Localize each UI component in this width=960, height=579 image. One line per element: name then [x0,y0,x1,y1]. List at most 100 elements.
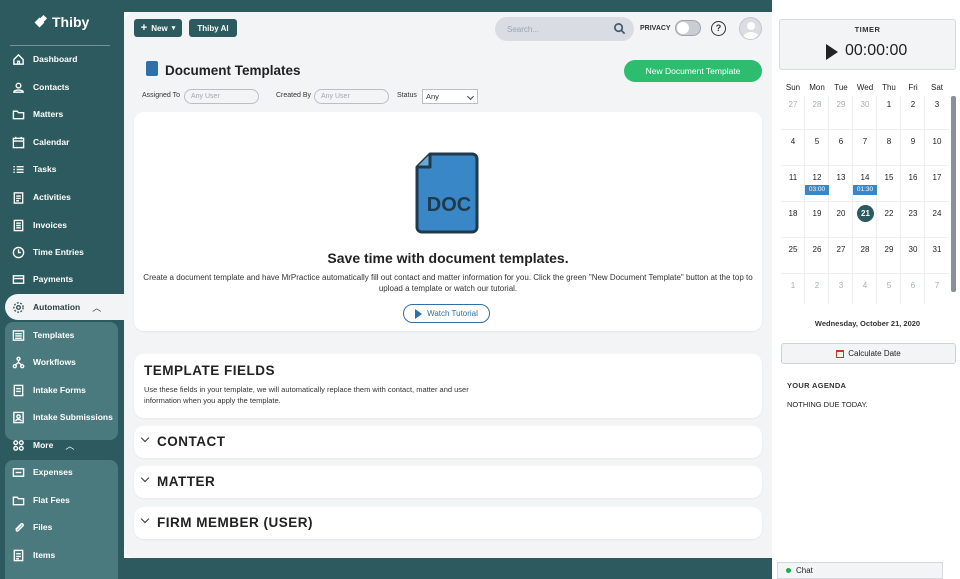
privacy-toggle[interactable] [675,20,701,36]
sidebar-item-items[interactable]: Items [12,545,55,565]
chat-button[interactable]: Chat [777,562,943,579]
weekday-header: Sat [930,83,943,92]
calendar-day[interactable]: 9 [901,137,925,146]
calendar-day[interactable]: 6 [829,137,853,146]
calendar-day[interactable]: 2 [901,100,925,109]
brand-logo[interactable]: Thiby [36,14,89,30]
sidebar-item-automation[interactable]: Automation ︿ [5,294,126,320]
list-icon [13,165,24,173]
calendar-day[interactable]: 13 [829,173,853,182]
calendar-day[interactable]: 28 [805,100,829,109]
calendar-day-today[interactable]: 21 [857,205,874,222]
weekday-header: Thu [882,83,896,92]
workflow-icon [12,356,25,368]
clock-icon [12,246,25,258]
calendar-day[interactable]: 17 [925,173,949,182]
calendar-day[interactable]: 3 [829,281,853,290]
calendar-day[interactable]: 8 [877,137,901,146]
sidebar-item-contacts[interactable]: Contacts [12,77,69,97]
sidebar-item-activities[interactable]: Activities [12,187,71,207]
sidebar-item-more[interactable]: More ︿ [12,435,74,455]
calendar-day[interactable]: 27 [781,100,805,109]
ai-button[interactable]: Thiby AI [189,19,237,37]
contact-section[interactable] [134,426,762,458]
matter-section[interactable] [134,466,762,498]
calendar-day[interactable]: 27 [829,245,853,254]
sidebar-item-files[interactable]: Files [12,517,52,537]
calendar-day[interactable]: 5 [877,281,901,290]
sidebar-item-workflows[interactable]: Workflows [12,352,76,372]
agenda-title: YOUR AGENDA [787,381,847,390]
sidebar-item-templates[interactable]: Templates [12,325,74,345]
calendar-day[interactable]: 15 [877,173,901,182]
calendar-day[interactable]: 11 [781,173,805,182]
play-icon[interactable] [826,44,838,60]
calendar-day[interactable]: 5 [805,137,829,146]
sidebar-item-intake-submissions[interactable]: Intake Submissions [12,407,113,427]
weekday-header: Wed [856,83,874,92]
search-input[interactable]: Search... [495,17,634,41]
calendar-day[interactable]: 30 [901,245,925,254]
calendar-day[interactable]: 1 [781,281,805,290]
calendar-day[interactable]: 29 [829,100,853,109]
help-icon[interactable]: ? [711,21,726,36]
calendar-day[interactable]: 20 [829,209,853,218]
calendar-day[interactable]: 24 [925,209,949,218]
calendar-day[interactable]: 19 [805,209,829,218]
status-select[interactable]: Any [422,89,478,104]
calendar-day[interactable]: 25 [781,245,805,254]
watch-tutorial-button[interactable]: Watch Tutorial [403,304,490,323]
sidebar-item-intake-forms[interactable]: Intake Forms [12,380,86,400]
calendar-day[interactable]: 30 [853,100,877,109]
assigned-to-input[interactable]: Any User [184,89,259,104]
calendar-day[interactable]: 4 [853,281,877,290]
calendar-grid-line [781,237,949,238]
avatar[interactable] [739,17,762,40]
sidebar-item-time-entries[interactable]: Time Entries [12,242,84,262]
items-icon [13,549,24,561]
plus-icon: + [140,22,148,34]
sidebar-item-calendar[interactable]: Calendar [12,132,69,152]
calendar-day[interactable]: 22 [877,209,901,218]
created-by-input[interactable]: Any User [314,89,389,104]
clipboard-icon [13,191,24,204]
calendar-day[interactable]: 23 [901,209,925,218]
page-title: Document Templates [165,63,301,78]
sidebar-item-dashboard[interactable]: Dashboard [12,49,77,69]
calculate-date-button[interactable]: Calculate Date [781,343,956,364]
calendar-icon [12,136,25,148]
calendar-day[interactable]: 29 [877,245,901,254]
new-document-template-button[interactable]: New Document Template [624,60,762,82]
sidebar-item-expenses[interactable]: Expenses [12,462,73,482]
privacy-label: PRIVACY [640,25,671,32]
sidebar-item-payments[interactable]: Payments [12,269,73,289]
calendar-day[interactable]: 31 [925,245,949,254]
firm-member-section-title: FIRM MEMBER (USER) [157,515,313,530]
search-icon [614,23,626,35]
calendar-day[interactable]: 4 [781,137,805,146]
calendar-day[interactable]: 28 [853,245,877,254]
doc-file-icon: DOC [415,152,479,234]
calendar-day[interactable]: 3 [925,100,949,109]
calendar-day[interactable]: 26 [805,245,829,254]
calendar-day[interactable]: 2 [805,281,829,290]
sidebar-item-matters[interactable]: Matters [12,104,63,124]
sidebar-item-invoices[interactable]: Invoices [12,215,67,235]
calendar-day[interactable]: 12 [805,173,829,182]
calendar-day[interactable]: 7 [925,281,949,290]
calendar-day[interactable]: 1 [877,100,901,109]
new-button[interactable]: + New ▾ [134,19,182,37]
weekday-header: Mon [809,83,825,92]
calendar-event[interactable]: 03:00 [805,185,829,195]
calendar-day[interactable]: 6 [901,281,925,290]
calendar-event[interactable]: 01:30 [853,185,877,195]
calendar-day[interactable]: 18 [781,209,805,218]
calendar-day[interactable]: 10 [925,137,949,146]
calendar-scrollbar[interactable] [951,96,956,292]
calendar-day[interactable]: 16 [901,173,925,182]
calendar-day[interactable]: 14 [853,173,877,182]
calendar-day[interactable]: 7 [853,137,877,146]
sidebar-item-flat-fees[interactable]: Flat Fees [12,490,70,510]
home-icon [13,53,24,65]
sidebar-item-tasks[interactable]: Tasks [12,159,56,179]
